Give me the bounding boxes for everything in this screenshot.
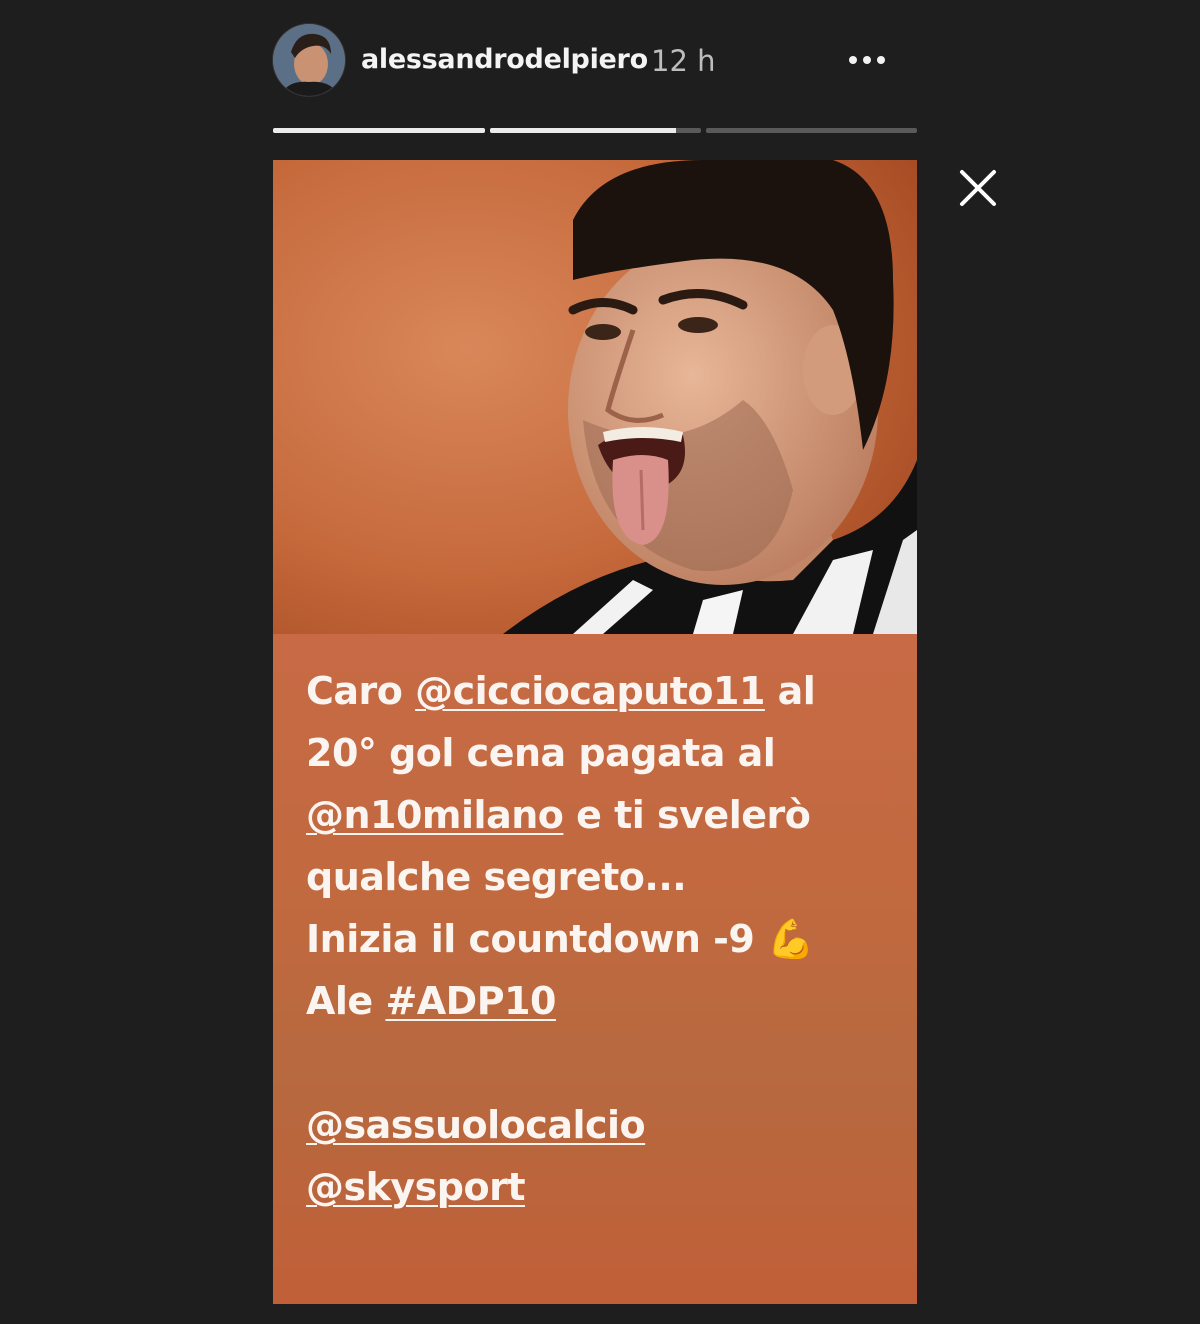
mention-link[interactable]: @cicciocaputo11 xyxy=(415,669,765,713)
progress-segment xyxy=(706,128,917,133)
caption-line: Inizia il countdown -9 💪 xyxy=(306,917,814,961)
caption-text: Ale xyxy=(306,979,386,1023)
caption-line: qualche segreto... xyxy=(306,855,687,899)
timestamp: 12 h xyxy=(651,44,716,78)
story-header: alessandrodelpiero 12 h xyxy=(273,22,917,102)
more-options-icon[interactable] xyxy=(845,42,905,82)
caption-line: @n10milano e ti svelerò xyxy=(306,784,896,846)
story-content[interactable]: Caro @cicciocaputo11 al 20° gol cena pag… xyxy=(273,160,917,1304)
story-photo xyxy=(273,160,917,634)
progress-fill xyxy=(490,128,676,133)
username[interactable]: alessandrodelpiero xyxy=(361,44,648,75)
caption-line: Caro @cicciocaputo11 al xyxy=(306,660,896,722)
caption-text: Caro xyxy=(306,669,416,713)
close-icon[interactable] xyxy=(954,164,1002,212)
caption-line: @skysport xyxy=(306,1156,896,1218)
progress-segment xyxy=(490,128,701,133)
story-progress xyxy=(273,128,917,134)
caption-text: al xyxy=(764,669,816,713)
profile-avatar[interactable] xyxy=(273,24,345,96)
mention-link[interactable]: @n10milano xyxy=(306,793,564,837)
mention-link[interactable]: @sassuolocalcio xyxy=(306,1103,646,1147)
hashtag-link[interactable]: #ADP10 xyxy=(385,979,556,1023)
progress-segment xyxy=(273,128,485,133)
caption-line: 20° gol cena pagata al xyxy=(306,731,776,775)
story-caption: Caro @cicciocaputo11 al 20° gol cena pag… xyxy=(306,660,896,1218)
mention-link[interactable]: @skysport xyxy=(306,1165,526,1209)
caption-text: e ti svelerò xyxy=(563,793,811,837)
caption-line: Ale #ADP10 xyxy=(306,970,896,1032)
progress-fill xyxy=(273,128,485,133)
caption-line: @sassuolocalcio xyxy=(306,1094,896,1156)
